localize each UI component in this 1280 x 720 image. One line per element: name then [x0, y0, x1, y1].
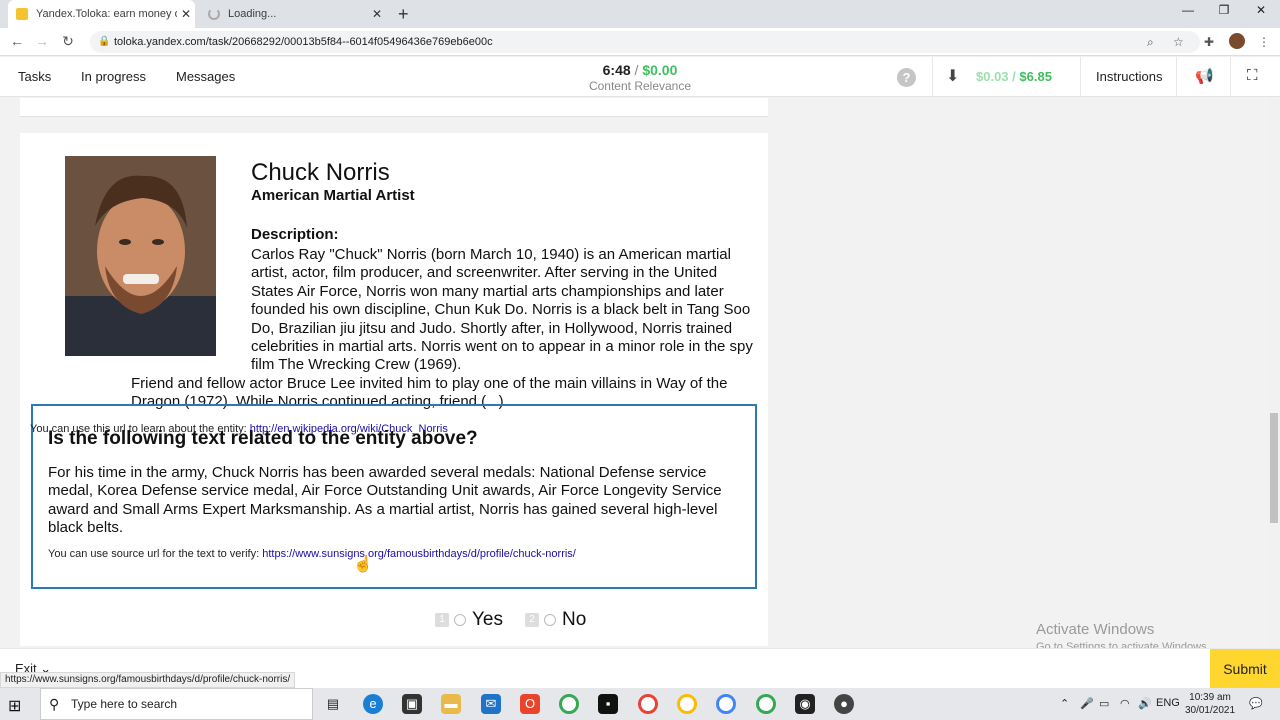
- nav-in-progress[interactable]: In progress: [81, 69, 146, 84]
- earnings-icon: ⬇: [946, 68, 960, 85]
- search-icon: ⚲: [49, 696, 60, 712]
- close-tab-icon[interactable]: ✕: [177, 7, 195, 21]
- wifi-icon[interactable]: ◠: [1120, 697, 1130, 710]
- close-tab-icon[interactable]: ✕: [368, 7, 386, 21]
- office-icon[interactable]: O: [520, 694, 540, 714]
- divider: [1080, 57, 1081, 97]
- url-text: toloka.yandex.com/task/20668292/00013b5f…: [114, 36, 493, 48]
- entity-subtitle: American Martial Artist: [251, 187, 415, 204]
- status-url: https://www.sunsigns.org/famousbirthdays…: [0, 672, 296, 688]
- reload-icon[interactable]: ↻: [58, 33, 78, 50]
- task-view-icon[interactable]: ▤: [323, 694, 343, 714]
- taskbar-search[interactable]: ⚲ Type here to search: [40, 688, 313, 720]
- media-app-icon[interactable]: ●: [834, 694, 854, 714]
- menu-kebab-icon[interactable]: ⋮: [1258, 35, 1270, 49]
- new-tab-icon[interactable]: +: [398, 4, 409, 25]
- yes-label[interactable]: Yes: [472, 609, 503, 631]
- profile-avatar[interactable]: [1229, 33, 1245, 49]
- entity-name: Chuck Norris: [251, 159, 390, 186]
- browser-tab-bar: Yandex.Toloka: earn money onlin ✕ Loadin…: [0, 0, 1280, 28]
- hotkey-2: 2: [525, 613, 539, 627]
- tab-title: Loading...: [228, 8, 277, 20]
- divider: [932, 57, 933, 97]
- earnings-total: $6.85: [1019, 69, 1052, 84]
- timer-value: 6:48: [602, 62, 631, 78]
- yes-radio[interactable]: [454, 614, 466, 626]
- volume-icon[interactable]: 🔊: [1138, 697, 1152, 710]
- no-radio[interactable]: [544, 614, 556, 626]
- submit-button[interactable]: Submit: [1210, 649, 1280, 689]
- fullscreen-icon[interactable]: ⛶: [1247, 67, 1258, 84]
- tab-title: Yandex.Toloka: earn money onlin: [36, 8, 177, 20]
- task-timer: 6:48 / $0.00 Content Relevance: [520, 62, 760, 93]
- source-note: You can use source url for the text to v…: [48, 548, 576, 560]
- tab-loading[interactable]: Loading... ✕: [200, 0, 386, 28]
- loading-spinner-icon: [208, 8, 220, 20]
- divider: [1230, 57, 1231, 97]
- page-scrollbar[interactable]: [1268, 98, 1280, 648]
- lock-icon: 🔒: [98, 36, 111, 47]
- tab-toloka[interactable]: Yandex.Toloka: earn money onlin ✕: [8, 0, 195, 28]
- notifications-icon[interactable]: 💬: [1249, 697, 1263, 710]
- scrollbar-thumb[interactable]: [1270, 413, 1278, 523]
- answer-options: 1 Yes 2 No: [435, 609, 608, 631]
- task-reward: $0.00: [642, 62, 678, 78]
- wiki-note: You can use this url to learn about the …: [30, 423, 448, 435]
- help-icon[interactable]: ?: [897, 68, 916, 87]
- windows-start-icon[interactable]: ⊞: [8, 696, 21, 716]
- divider: [1176, 57, 1177, 97]
- app-icon[interactable]: ▪: [598, 694, 618, 714]
- url-field[interactable]: 🔒 toloka.yandex.com/task/20668292/00013b…: [90, 31, 1200, 53]
- entity-description: Carlos Ray "Chuck" Norris (born March 10…: [251, 246, 753, 374]
- project-name: Content Relevance: [588, 79, 692, 93]
- obs-icon[interactable]: ◉: [795, 694, 815, 714]
- chrome-profile-icon[interactable]: [716, 694, 736, 714]
- close-window-icon[interactable]: ✕: [1243, 3, 1279, 17]
- task-card: Chuck Norris American Martial Artist Des…: [20, 133, 768, 646]
- back-icon[interactable]: ←: [7, 33, 27, 49]
- chrome-profile-icon[interactable]: [638, 694, 658, 714]
- task-content: Chuck Norris American Martial Artist Des…: [0, 98, 1268, 646]
- chrome-active-icon[interactable]: [756, 694, 776, 714]
- source-url-link[interactable]: https://www.sunsigns.org/famousbirthdays…: [262, 548, 576, 560]
- edge-icon[interactable]: e: [363, 694, 383, 714]
- question-text: For his time in the army, Chuck Norris h…: [48, 464, 722, 537]
- wiki-url-link[interactable]: http://en.wikipedia.org/wiki/Chuck_Norri…: [250, 423, 448, 435]
- store-icon[interactable]: ▣: [402, 694, 422, 714]
- nav-tasks[interactable]: Tasks: [18, 69, 51, 84]
- mouse-cursor-icon: ☝: [353, 556, 373, 573]
- earnings-pending: $0.03: [976, 69, 1009, 84]
- nav-messages[interactable]: Messages: [176, 69, 235, 84]
- mail-icon[interactable]: ✉: [481, 694, 501, 714]
- chrome-icon[interactable]: [559, 694, 579, 714]
- tray-chevron-icon[interactable]: ⌃: [1060, 697, 1069, 710]
- hotkey-1: 1: [435, 613, 449, 627]
- zoom-icon[interactable]: ⌕: [1147, 35, 1154, 50]
- file-explorer-icon[interactable]: ▬: [441, 694, 461, 714]
- chrome-profile-icon[interactable]: [677, 694, 697, 714]
- earnings: $0.03 / $6.85: [976, 69, 1052, 84]
- instructions-button[interactable]: Instructions: [1096, 69, 1162, 84]
- microphone-icon[interactable]: 🎤: [1080, 697, 1094, 710]
- forward-icon[interactable]: →: [32, 33, 52, 49]
- entity-photo: [65, 156, 216, 356]
- maximize-icon[interactable]: ❐: [1206, 3, 1242, 17]
- toloka-favicon-icon: [16, 8, 28, 20]
- address-bar-row: ← → ↻ 🔒 toloka.yandex.com/task/20668292/…: [0, 28, 1280, 56]
- bookmark-star-icon[interactable]: ☆: [1173, 35, 1184, 49]
- minimize-icon[interactable]: —: [1170, 3, 1206, 17]
- battery-icon[interactable]: ▭: [1099, 697, 1109, 710]
- no-label[interactable]: No: [562, 609, 586, 631]
- clock[interactable]: 10:39 am 30/01/2021: [1182, 691, 1238, 717]
- windows-taskbar: ⊞ ⚲ Type here to search ▤ e ▣ ▬ ✉ O ▪ ◉ …: [0, 688, 1280, 720]
- extensions-icon[interactable]: ✚: [1204, 35, 1214, 49]
- description-label: Description:: [251, 226, 339, 243]
- language-indicator[interactable]: ENG: [1156, 697, 1180, 709]
- megaphone-icon[interactable]: 📢: [1195, 67, 1214, 85]
- previous-task-card: [20, 98, 768, 117]
- toloka-header: Tasks In progress Messages 6:48 / $0.00 …: [0, 57, 1280, 97]
